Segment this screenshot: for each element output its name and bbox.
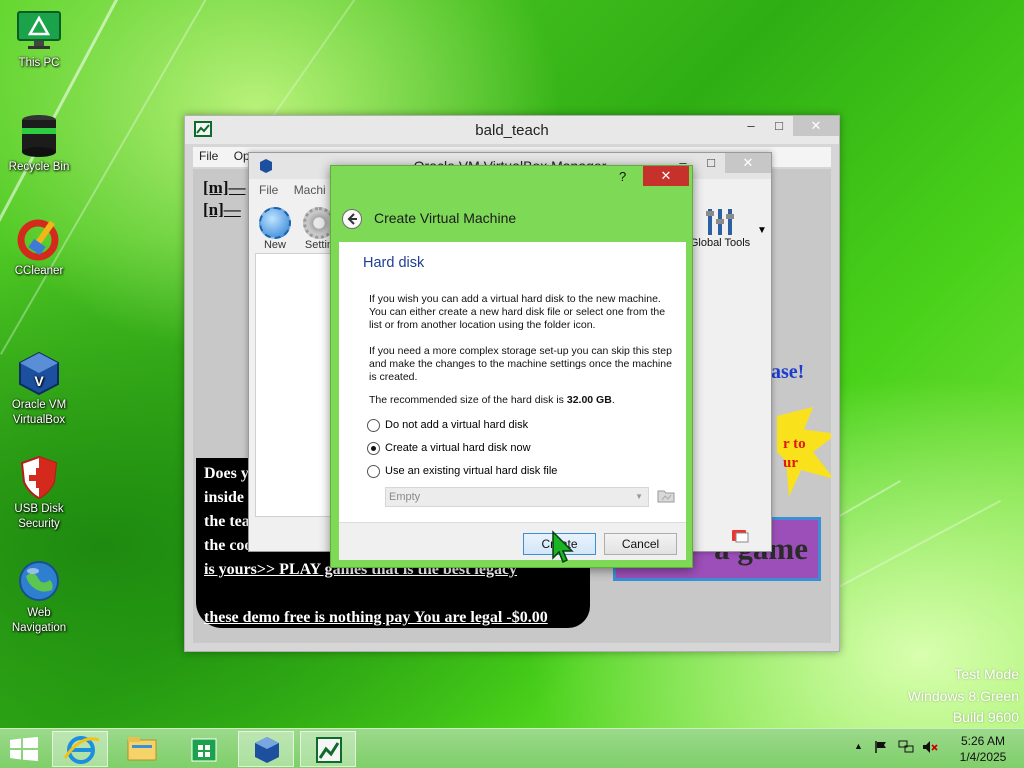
starburst-text: r to ur <box>783 435 806 473</box>
desktop-icon-label: Web Navigation <box>11 607 67 634</box>
starburst-line: r to <box>783 436 806 452</box>
dialog-footer: Create Cancel <box>339 522 686 560</box>
close-button[interactable]: ✕ <box>643 166 689 186</box>
svg-text:V: V <box>34 373 44 389</box>
tool-label: Global Tools <box>689 237 751 249</box>
description-paragraph: If you wish you can add a virtual hard d… <box>369 293 666 331</box>
back-arrow-icon <box>347 213 357 225</box>
radio-option-create-disk[interactable]: Create a virtual hard disk now <box>367 441 647 457</box>
folder-icon[interactable] <box>657 488 675 504</box>
recommended-size-prefix: The recommended size of the hard disk is <box>369 394 567 406</box>
maximize-button[interactable]: □ <box>697 153 725 173</box>
recommended-size: The recommended size of the hard disk is… <box>369 394 615 406</box>
start-button[interactable] <box>10 737 38 761</box>
recycle-bin-icon <box>16 112 62 158</box>
starburst-line: ur <box>783 455 798 471</box>
desktop-icon-web-navigation[interactable]: Web Navigation <box>0 528 78 651</box>
menu-key-line: [m]— <box>203 178 246 197</box>
maximize-button[interactable]: □ <box>765 116 793 136</box>
minimize-button[interactable]: – <box>737 116 765 136</box>
show-hidden-icons[interactable]: ▲ <box>854 741 863 751</box>
flag-icon[interactable] <box>874 740 888 757</box>
folder-icon <box>127 737 157 761</box>
radio-option-no-disk[interactable]: Do not add a virtual hard disk <box>367 418 647 434</box>
section-heading: Hard disk <box>363 255 425 271</box>
test-mode-watermark: Test Mode Windows 8.Green Build 9600 <box>908 664 1019 728</box>
virtualbox-icon <box>255 737 279 763</box>
desktop-icon-ccleaner[interactable]: CCleaner <box>0 216 78 279</box>
watermark-line: Windows 8.Green <box>907 687 1019 704</box>
menu-bar: File Machi <box>253 183 332 203</box>
ccleaner-icon <box>16 216 62 262</box>
clock-date: 1/4/2025 <box>959 750 1007 764</box>
virtualbox-icon: V <box>16 335 62 396</box>
chevron-down-icon[interactable]: ▼ <box>757 225 767 236</box>
menu-file[interactable]: File <box>193 147 224 165</box>
create-vm-dialog: ? ✕ Create Virtual Machine Hard disk If … <box>330 165 693 568</box>
taskbar-store[interactable] <box>176 731 232 767</box>
network-icon[interactable] <box>898 740 914 757</box>
help-button[interactable]: ? <box>619 169 626 184</box>
volume-muted-icon[interactable] <box>922 740 938 757</box>
promo-line: these demo free is nothing pay You are l… <box>204 609 548 626</box>
taskbar: ▲ 5:26 AM 1/4/2025 <box>0 728 1024 768</box>
store-icon <box>191 738 217 762</box>
cancel-button[interactable]: Cancel <box>604 533 677 555</box>
windows-logo-icon <box>10 737 38 761</box>
close-button[interactable]: ✕ <box>725 153 771 173</box>
bald-teach-icon <box>316 737 342 763</box>
desktop-icon-this-pc[interactable]: This PC <box>0 8 78 71</box>
description-paragraph: If you need a more complex storage set-u… <box>369 345 672 383</box>
globe-icon <box>16 543 62 601</box>
desktop-icon-label: Recycle Bin <box>8 161 70 173</box>
back-button[interactable] <box>342 209 362 229</box>
new-icon <box>259 207 291 239</box>
menu-keys: [m]— [n]— <box>203 177 245 221</box>
dialog-body: Hard disk If you wish you can add a virt… <box>339 242 686 560</box>
monitor-icon <box>16 8 62 54</box>
vm-list[interactable] <box>255 253 331 517</box>
new-vm-button[interactable]: New <box>257 207 293 251</box>
chevron-down-icon: ▼ <box>635 492 643 501</box>
vm-preview-icon <box>731 527 751 545</box>
taskbar-internet-explorer[interactable] <box>52 731 108 767</box>
desktop: This PC Recycle Bin CCleaner V Oracle VM… <box>0 0 1024 728</box>
taskbar-bald-teach[interactable] <box>300 731 356 767</box>
clock-time: 5:26 AM <box>960 734 1006 748</box>
taskbar-virtualbox[interactable] <box>238 731 294 767</box>
disk-file-select[interactable]: Empty ▼ <box>385 487 649 507</box>
radio-button[interactable] <box>367 465 380 478</box>
radio-label: Use an existing virtual hard disk file <box>385 465 558 477</box>
system-tray: ▲ <box>850 729 960 768</box>
radio-button[interactable] <box>367 442 380 455</box>
watermark-line: Build 9600 <box>952 709 1019 725</box>
clock[interactable]: 5:26 AM 1/4/2025 <box>950 729 1016 768</box>
radio-option-existing-disk[interactable]: Use an existing virtual hard disk file <box>367 464 647 480</box>
menu-machine[interactable]: Machi <box>288 181 332 199</box>
desktop-icon-recycle-bin[interactable]: Recycle Bin <box>0 112 78 175</box>
window-titlebar[interactable]: bald_teach – □ ✕ <box>185 116 839 144</box>
recommended-size-suffix: . <box>611 394 615 406</box>
recommended-size-value: 32.00 GB <box>566 394 612 406</box>
banner-text: ase! <box>771 361 805 383</box>
internet-explorer-icon <box>63 736 100 764</box>
mouse-cursor <box>551 530 575 564</box>
global-tools-button[interactable]: Global Tools <box>689 207 751 249</box>
radio-label: Do not add a virtual hard disk <box>385 419 529 431</box>
watermark-line: Test Mode <box>954 666 1019 682</box>
menu-key-line: [n]— <box>203 200 241 219</box>
tools-icon <box>704 207 736 237</box>
radio-button[interactable] <box>367 419 380 432</box>
tool-label: New <box>263 239 286 251</box>
desktop-icon-label: This PC <box>18 57 60 69</box>
desktop-icon-label: CCleaner <box>14 265 64 277</box>
menu-file[interactable]: File <box>253 181 284 199</box>
radio-label: Create a virtual hard disk now <box>385 442 531 454</box>
disk-file-select-value: Empty <box>389 491 421 503</box>
dialog-title: Create Virtual Machine <box>374 210 517 226</box>
taskbar-file-explorer[interactable] <box>114 731 170 767</box>
shield-icon <box>16 439 62 500</box>
close-button[interactable]: ✕ <box>793 116 839 136</box>
